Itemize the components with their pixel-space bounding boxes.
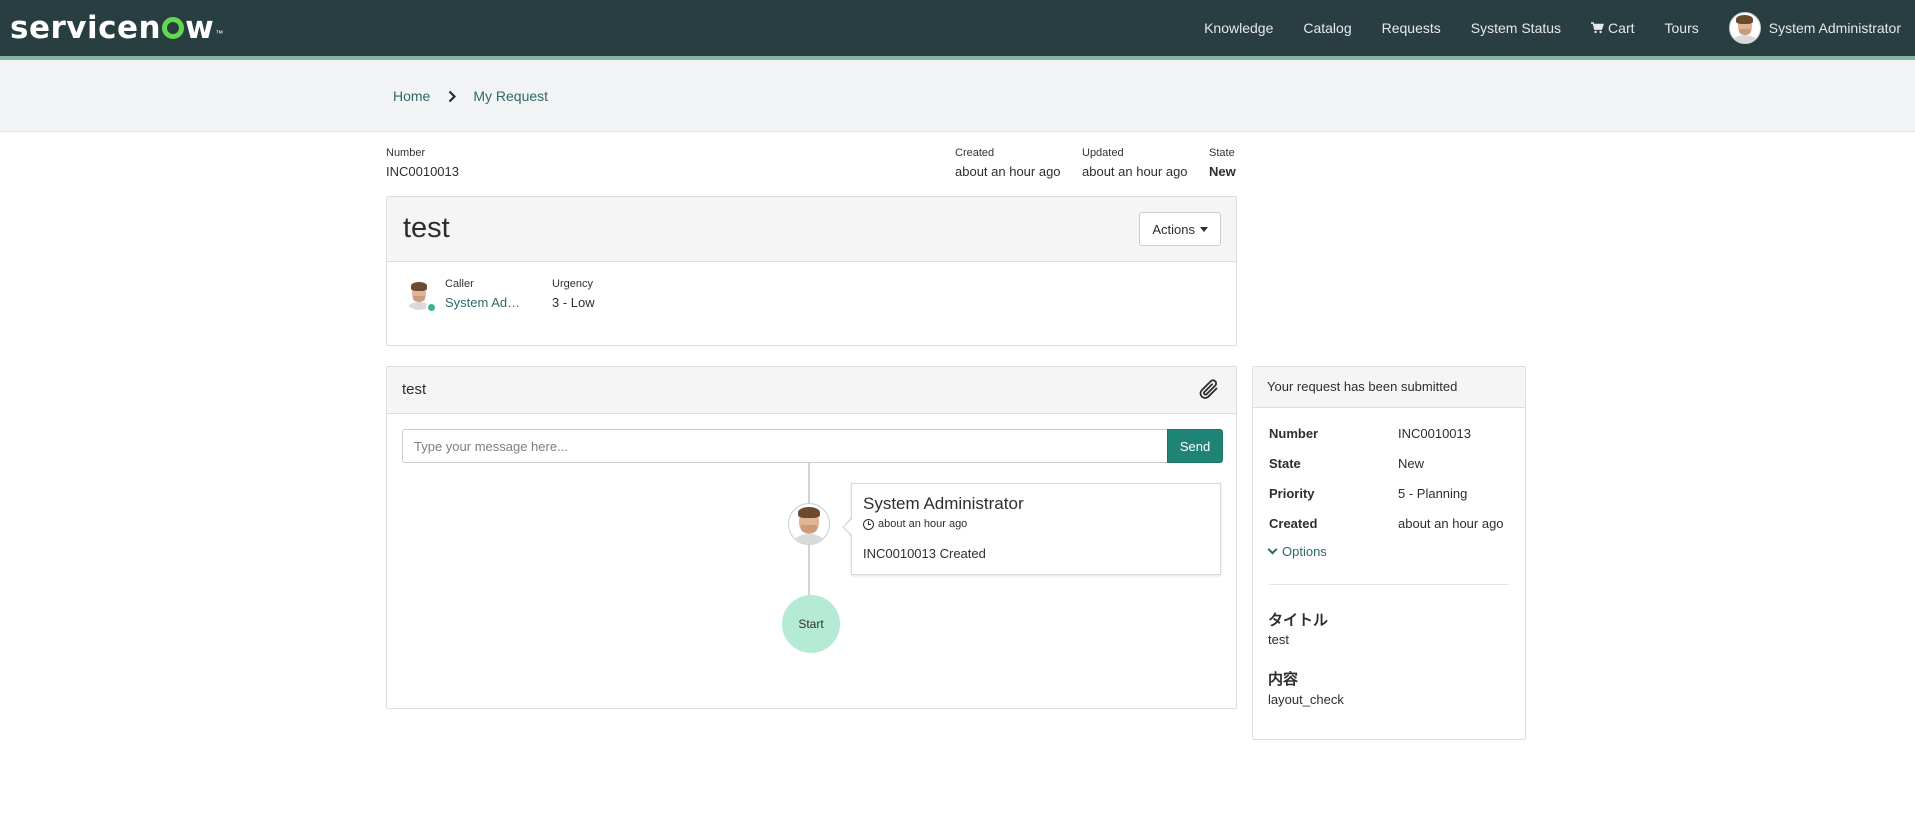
meta-updated-value: about an hour ago (1082, 164, 1188, 179)
meta-number-value: INC0010013 (386, 164, 459, 179)
variable-title-value: test (1268, 632, 1289, 647)
activity-panel-header: test (387, 367, 1236, 414)
summary-row-number: Number INC0010013 (1269, 426, 1509, 441)
urgency-value: 3 - Low (552, 295, 595, 310)
meta-state: State New (1209, 146, 1236, 179)
user-menu-name: System Administrator (1768, 20, 1901, 36)
entry-text: INC0010013 Created (863, 546, 986, 561)
timeline-start-node: Start (782, 595, 840, 653)
options-toggle[interactable]: Options (1267, 544, 1327, 559)
summary-priority-value: 5 - Planning (1398, 486, 1468, 501)
chevron-down-icon (1267, 544, 1278, 555)
nav-system-status[interactable]: System Status (1471, 20, 1561, 36)
urgency-label: Urgency (552, 278, 593, 290)
send-button[interactable]: Send (1167, 429, 1223, 463)
nav-cart[interactable]: Cart (1591, 20, 1635, 36)
urgency-field: Urgency 3 - Low (552, 278, 595, 310)
breadcrumb-band (0, 60, 1915, 132)
timeline-entry: System Administrator about an hour ago I… (851, 483, 1221, 575)
logo-text-start: servicen (10, 10, 162, 46)
options-label: Options (1282, 544, 1327, 559)
summary-row-created: Created about an hour ago (1269, 516, 1509, 531)
breadcrumb: Home My Request (393, 88, 548, 104)
variable-title-label: タイトル (1268, 612, 1329, 629)
ticket-panel: test Actions Caller System Ad… Urgency 3… (386, 196, 1237, 346)
caller-value[interactable]: System Ad… (445, 295, 520, 310)
meta-number-label: Number (386, 147, 426, 159)
caller-field: Caller System Ad… (445, 278, 520, 310)
actions-button-label: Actions (1152, 221, 1195, 237)
message-input[interactable] (402, 429, 1168, 463)
user-avatar-icon (1728, 12, 1761, 44)
presence-icon (426, 302, 437, 313)
chevron-right-icon (449, 90, 457, 102)
top-navbar: servicen w ™ Knowledge Catalog Requests Sy… (0, 0, 1915, 56)
meta-updated-label: Updated (1082, 147, 1124, 159)
meta-created: Created about an hour ago (955, 146, 1061, 179)
servicenow-logo[interactable]: servicen w ™ (10, 8, 223, 48)
caret-down-icon (1200, 226, 1208, 232)
logo-o-mark (162, 17, 185, 39)
meta-state-label: State (1209, 147, 1235, 159)
meta-created-value: about an hour ago (955, 164, 1061, 179)
meta-state-value: New (1209, 164, 1236, 179)
summary-row-state: State New (1269, 456, 1509, 471)
actions-button[interactable]: Actions (1139, 212, 1221, 246)
clock-icon (863, 518, 874, 530)
breadcrumb-current[interactable]: My Request (473, 88, 548, 104)
entry-pointer-inner (844, 518, 853, 536)
entry-author: System Administrator (863, 494, 1024, 513)
logo-trademark: ™ (215, 29, 224, 38)
ticket-panel-header: test Actions (387, 197, 1236, 262)
activity-title: test (402, 381, 427, 398)
meta-created-label: Created (955, 147, 995, 159)
entry-time-text: about an hour ago (878, 518, 968, 530)
request-summary-panel: Your request has been submitted Number I… (1252, 366, 1526, 740)
ticket-title: test (403, 212, 450, 244)
nav-catalog[interactable]: Catalog (1303, 20, 1351, 36)
nav-tours[interactable]: Tours (1665, 20, 1699, 36)
summary-divider (1269, 584, 1509, 585)
entry-time: about an hour ago (863, 518, 967, 530)
paperclip-icon[interactable] (1196, 377, 1222, 403)
request-summary-header: Your request has been submitted (1253, 367, 1525, 408)
meta-updated: Updated about an hour ago (1082, 146, 1188, 179)
summary-state-key: State (1269, 456, 1301, 471)
summary-number-key: Number (1269, 426, 1319, 441)
logo-text-end: w (185, 10, 215, 46)
variable-content-value: layout_check (1268, 692, 1344, 707)
request-summary-heading: Your request has been submitted (1267, 379, 1458, 394)
user-menu[interactable]: System Administrator (1728, 12, 1901, 44)
summary-state-value: New (1398, 456, 1425, 471)
nav-knowledge[interactable]: Knowledge (1204, 20, 1273, 36)
meta-number: Number INC0010013 (386, 146, 459, 179)
nav-cart-label: Cart (1608, 20, 1635, 36)
nav-requests[interactable]: Requests (1382, 20, 1441, 36)
summary-number-value: INC0010013 (1398, 426, 1471, 441)
variable-content-label: 内容 (1268, 671, 1299, 688)
summary-created-key: Created (1269, 516, 1318, 531)
header-nav: Knowledge Catalog Requests System Status… (1174, 0, 1901, 56)
breadcrumb-home[interactable]: Home (393, 88, 430, 104)
summary-priority-key: Priority (1269, 486, 1315, 501)
timeline-author-avatar (788, 503, 830, 545)
caller-label: Caller (445, 278, 474, 290)
summary-created-value: about an hour ago (1398, 516, 1504, 531)
summary-row-priority: Priority 5 - Planning (1269, 486, 1509, 501)
ticket-panel-body: Caller System Ad… Urgency 3 - Low (387, 262, 1236, 346)
cart-icon (1591, 22, 1605, 34)
